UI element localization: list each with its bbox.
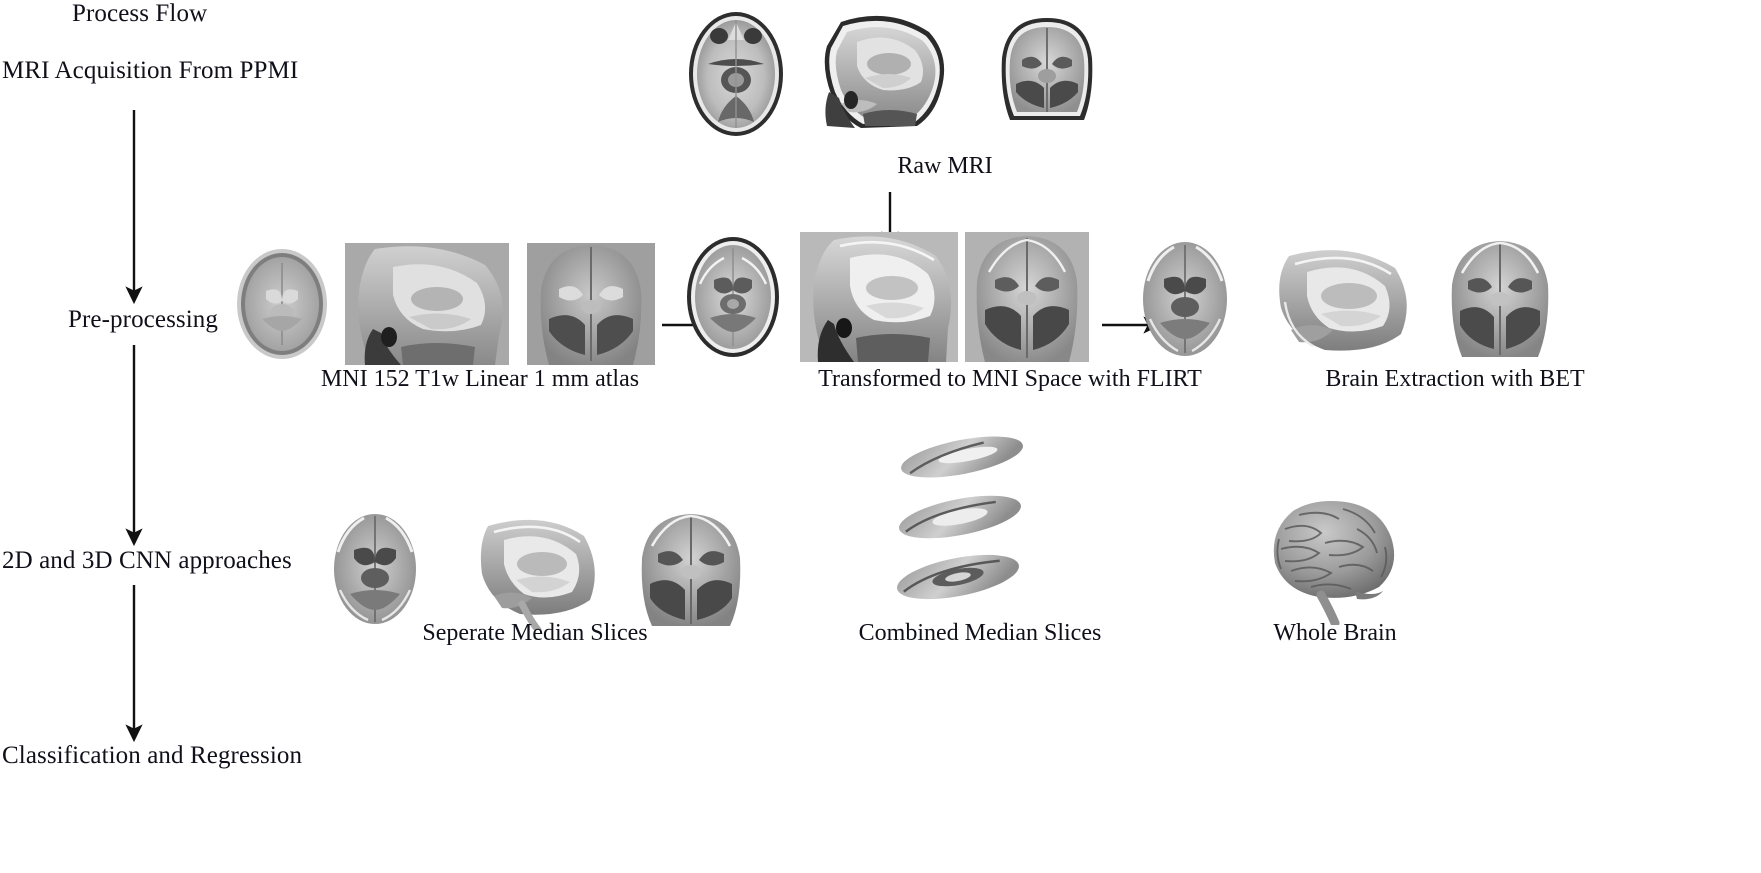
flirt-coronal (965, 232, 1089, 362)
flow-spine-arrows (125, 110, 143, 743)
flirt-axial (678, 232, 788, 362)
mni-atlas-coronal (527, 243, 655, 365)
raw-mri-coronal (992, 12, 1102, 140)
flirt-sagittal (800, 232, 958, 362)
mni-atlas-sagittal (345, 243, 509, 365)
bet-sagittal (1255, 238, 1420, 363)
mni-atlas-axial (228, 243, 336, 365)
combined-slice-axial-upper (899, 495, 1021, 539)
caption-mni-atlas: MNI 152 T1w Linear 1 mm atlas (320, 366, 640, 392)
raw-mri-axial (678, 6, 794, 141)
combined-slices-stack (890, 425, 1055, 615)
bet-axial (1130, 235, 1240, 363)
separate-slices-axial (320, 508, 430, 630)
caption-combined-slices: Combined Median Slices (858, 620, 1102, 646)
separate-slices-coronal (630, 508, 752, 630)
caption-bet: Brain Extraction with BET (1325, 366, 1585, 392)
combined-slice-sagittal (901, 436, 1023, 478)
combined-slice-axial-lower (897, 554, 1019, 600)
caption-separate-slices: Seperate Median Slices (422, 620, 648, 646)
separate-slices-sagittal (460, 508, 605, 630)
bet-coronal (1440, 235, 1560, 363)
whole-brain-render (1255, 495, 1410, 625)
raw-mri-sagittal (805, 8, 955, 140)
caption-raw-mri: Raw MRI (897, 153, 993, 179)
diagram-canvas: Process Flow MRI Acquisition From PPMI P… (0, 0, 1761, 873)
caption-whole-brain: Whole Brain (1273, 620, 1397, 646)
